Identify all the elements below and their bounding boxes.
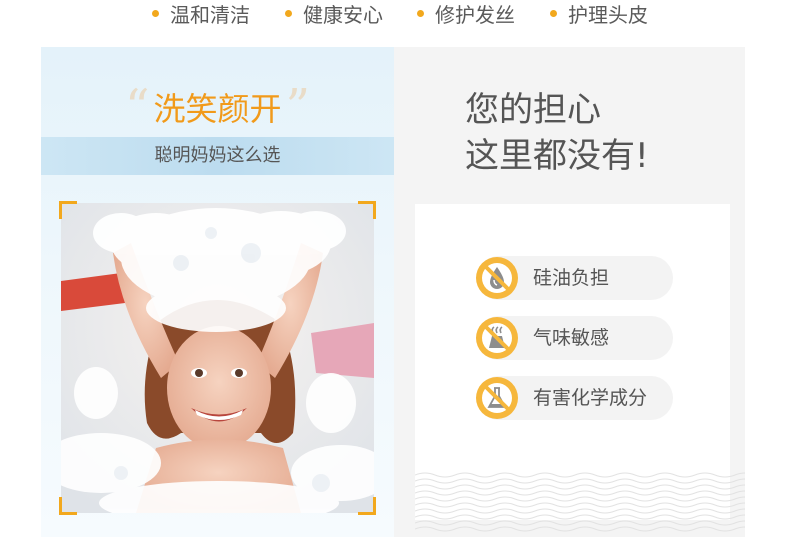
subline-banner: 聪明妈妈这么选 xyxy=(41,137,394,175)
title-line-2: 这里都没有! xyxy=(465,136,649,176)
girl-bath-photo xyxy=(61,203,374,513)
bullet-dot-icon xyxy=(417,10,424,17)
title-line-1: 您的担心 xyxy=(465,90,601,130)
feature-label: 护理头皮 xyxy=(568,3,648,27)
headline: “洗笑颜开” xyxy=(41,83,394,131)
feature-item: 健康安心 xyxy=(285,0,383,28)
bullet-dot-icon xyxy=(285,10,292,17)
bullet-dot-icon xyxy=(550,10,557,17)
feature-list: 温和清洁 健康安心 修护发丝 护理头皮 xyxy=(0,0,790,28)
close-quote-mark: ” xyxy=(285,79,311,135)
headline-text: 洗笑颜开 xyxy=(153,90,282,128)
frame-corner xyxy=(358,497,376,515)
open-quote-mark: “ xyxy=(124,79,150,135)
subline-text: 聪明妈妈这么选 xyxy=(154,145,281,166)
left-panel: “洗笑颜开” 聪明妈妈这么选 xyxy=(41,47,394,537)
concern-item: 有害化学成分 xyxy=(476,376,673,420)
feature-item: 修护发丝 xyxy=(417,0,515,28)
feature-item: 温和清洁 xyxy=(152,0,250,28)
no-odor-icon xyxy=(476,317,518,359)
feature-label: 健康安心 xyxy=(303,3,383,27)
promo-card: “洗笑颜开” 聪明妈妈这么选 您的担心 这里都没有! 硅油负担 气味敏感 有害化… xyxy=(41,47,745,537)
no-silicone-oil-icon xyxy=(476,257,518,299)
frame-corner xyxy=(358,201,376,219)
no-chemicals-icon xyxy=(476,377,518,419)
wave-pattern xyxy=(415,472,745,532)
photo-frame xyxy=(59,201,376,515)
feature-label: 修护发丝 xyxy=(435,3,515,27)
concern-item: 气味敏感 xyxy=(476,316,673,360)
concern-label: 有害化学成分 xyxy=(533,387,648,409)
frame-corner xyxy=(59,497,77,515)
feature-item: 护理头皮 xyxy=(550,0,648,28)
concern-label: 气味敏感 xyxy=(533,327,610,349)
bullet-dot-icon xyxy=(152,10,159,17)
frame-corner xyxy=(59,201,77,219)
concerns-title: 您的担心 这里都没有! xyxy=(465,87,649,179)
concern-item: 硅油负担 xyxy=(476,256,673,300)
feature-label: 温和清洁 xyxy=(170,3,250,27)
concern-label: 硅油负担 xyxy=(533,267,610,289)
